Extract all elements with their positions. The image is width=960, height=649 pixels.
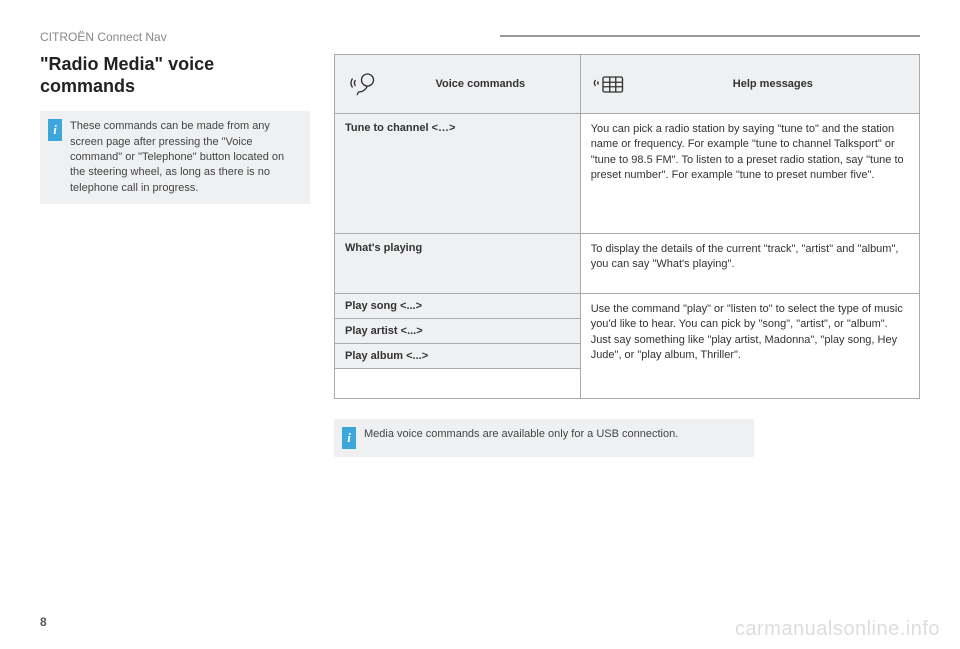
- empty-cell: [335, 369, 581, 399]
- table-header-row: Voice commands: [335, 55, 920, 114]
- command-cell: Play song <...>: [335, 294, 581, 319]
- col-header-voice: Voice commands: [335, 55, 581, 114]
- info-icon: i: [48, 119, 62, 141]
- command-cell: Play artist <...>: [335, 319, 581, 344]
- command-cell: What's playing: [335, 234, 581, 294]
- table-row: Play song <...> Use the command "play" o…: [335, 294, 920, 319]
- col-header-help: Help messages: [580, 55, 919, 114]
- help-cell: You can pick a radio station by saying "…: [580, 114, 919, 234]
- info-text: These commands can be made from any scre…: [70, 119, 300, 196]
- table-row: What's playing To display the details of…: [335, 234, 920, 294]
- watermark: carmanualsonline.info: [735, 618, 940, 641]
- keypad-icon: [591, 68, 627, 101]
- command-cell: Play album <...>: [335, 344, 581, 369]
- help-cell: To display the details of the current "t…: [580, 234, 919, 294]
- col-header-help-label: Help messages: [637, 78, 909, 90]
- header-rule: [500, 35, 920, 37]
- right-column: Voice commands: [334, 54, 920, 457]
- section-title: "Radio Media" voice commands: [40, 54, 310, 97]
- info-box-top: i These commands can be made from any sc…: [40, 111, 310, 204]
- left-column: "Radio Media" voice commands i These com…: [40, 54, 310, 457]
- bottom-note-text: Media voice commands are available only …: [364, 427, 678, 442]
- voice-commands-table: Voice commands: [334, 54, 920, 399]
- content-columns: "Radio Media" voice commands i These com…: [40, 54, 920, 457]
- table-row: Tune to channel <…> You can pick a radio…: [335, 114, 920, 234]
- info-icon: i: [342, 427, 356, 449]
- voice-icon: [345, 68, 381, 101]
- help-cell: Use the command "play" or "listen to" to…: [580, 294, 919, 399]
- product-name: CITROËN Connect Nav: [40, 30, 167, 44]
- document-page: CITROËN Connect Nav "Radio Media" voice …: [0, 0, 960, 649]
- page-number: 8: [40, 615, 47, 629]
- page-header: CITROËN Connect Nav: [40, 30, 920, 44]
- command-cell: Tune to channel <…>: [335, 114, 581, 234]
- info-box-bottom: i Media voice commands are available onl…: [334, 419, 754, 457]
- col-header-voice-label: Voice commands: [391, 78, 570, 90]
